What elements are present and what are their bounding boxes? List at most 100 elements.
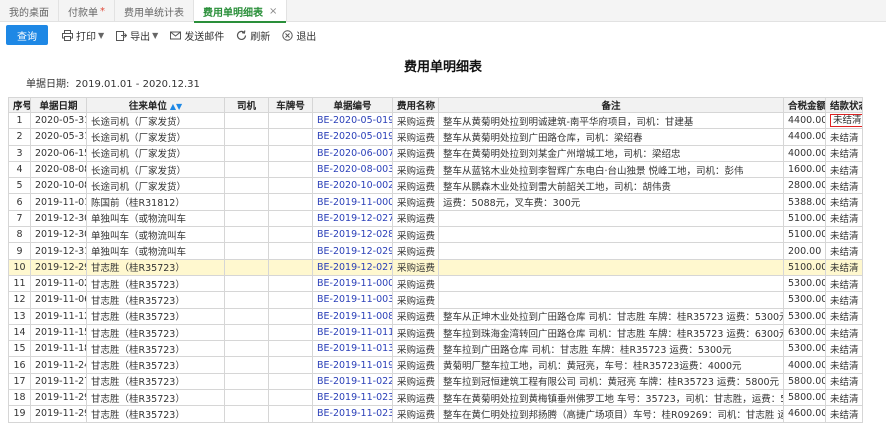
refresh-button[interactable]: 刷新 bbox=[236, 28, 270, 43]
driver-cell bbox=[224, 340, 269, 358]
table-row[interactable]: 10 2019-12-29 甘志胜（桂R35723） BE-2019-12-0273 采… bbox=[8, 258, 863, 276]
exit-icon bbox=[282, 29, 294, 41]
doc-code-link-cell[interactable]: BE-2019-11-0036 bbox=[312, 291, 393, 309]
column-header-unit[interactable]: 往来单位 ▲▼ bbox=[86, 97, 225, 113]
doc-code-link-cell[interactable]: BE-2019-11-0007 bbox=[312, 274, 393, 293]
partner-unit-cell: 甘志胜（桂R35723） bbox=[86, 323, 225, 342]
doc-code-link-cell[interactable]: BE-2019-12-0279 bbox=[312, 209, 393, 228]
column-header[interactable]: 单据编号 bbox=[312, 97, 393, 113]
partner-unit-cell: 甘志胜（桂R35723） bbox=[86, 405, 225, 423]
doc-code-link-cell[interactable]: BE-2019-12-0273 bbox=[312, 258, 393, 276]
doc-code-link-cell[interactable]: BE-2019-11-0191 bbox=[312, 356, 393, 374]
remark-cell: 黄菊明厂整车拉工地，司机：黄冠亮，车号：桂R35723运费：4000元 bbox=[438, 356, 784, 374]
table-row[interactable]: 5 2020-10-08 长途司机（厂家发货） BE-2020-10-0022 采购运费… bbox=[8, 177, 863, 195]
table-header: 序号 单据日期 往来单位 ▲▼ 司机 车牌号 单据编号 费用名称 备注 合税金额 … bbox=[8, 97, 863, 113]
row-number-cell: 15 bbox=[8, 340, 31, 358]
doc-code-link-cell[interactable]: BE-2020-05-0199 bbox=[312, 128, 393, 146]
doc-code-link-cell[interactable]: BE-2020-08-0033 bbox=[312, 160, 393, 179]
partner-unit-cell: 长途司机（厂家发货） bbox=[86, 128, 225, 146]
doc-code-link-cell[interactable]: BE-2020-06-0070 bbox=[312, 144, 393, 162]
amount-cell: 5800.00 bbox=[783, 372, 826, 391]
amount-cell: 5100.00 bbox=[783, 209, 826, 228]
doc-code-link-cell[interactable]: BE-2020-05-0198 bbox=[312, 111, 393, 130]
tab-label: 费用单统计表 bbox=[124, 7, 184, 19]
table-row[interactable]: 7 2019-12-30 单独叫车（或物流叫车 BE-2019-12-0279 采购运费… bbox=[8, 209, 863, 228]
table-row[interactable]: 17 2019-11-27 甘志胜（桂R35723） BE-2019-11-0221 采… bbox=[8, 372, 863, 391]
column-header[interactable]: 单据日期 bbox=[30, 97, 87, 113]
doc-date-cell: 2019-12-30 bbox=[30, 226, 87, 244]
status-badge: 未结清 bbox=[830, 114, 862, 128]
doc-code-link-cell[interactable]: BE-2020-10-0022 bbox=[312, 177, 393, 195]
table-row[interactable]: 2 2020-05-31 长途司机（厂家发货） BE-2020-05-0199 采购运费… bbox=[8, 128, 863, 146]
table-row[interactable]: 12 2019-11-06 甘志胜（桂R35723） BE-2019-11-0036 采… bbox=[8, 291, 863, 309]
doc-code-link-cell[interactable]: BE-2019-11-0087 bbox=[312, 307, 393, 325]
exit-button[interactable]: 退出 bbox=[282, 28, 316, 43]
column-header[interactable]: 车牌号 bbox=[268, 97, 313, 113]
doc-code-link-cell[interactable]: BE-2019-11-0239 bbox=[312, 405, 393, 423]
amount-cell: 5100.00 bbox=[783, 258, 826, 276]
doc-code-link-cell[interactable]: BE-2019-11-0003 bbox=[312, 193, 393, 211]
row-number-cell: 2 bbox=[8, 128, 31, 146]
tab-my-desktop[interactable]: 我的桌面 bbox=[0, 0, 59, 22]
doc-code-link-cell[interactable]: BE-2019-11-0135 bbox=[312, 340, 393, 358]
send-mail-button[interactable]: 发送邮件 bbox=[170, 28, 224, 43]
sort-icon[interactable]: ▲▼ bbox=[170, 102, 182, 111]
table-row[interactable]: 13 2019-11-12 甘志胜（桂R35723） BE-2019-11-0087 采… bbox=[8, 307, 863, 325]
remark-cell: 整车拉到广田路仓库 司机：甘志胜 车牌：桂R35723 运费：5300元 bbox=[438, 340, 784, 358]
doc-code-link-cell[interactable]: BE-2019-11-0221 bbox=[312, 372, 393, 391]
row-number-cell: 6 bbox=[8, 193, 31, 211]
table-row[interactable]: 1 2020-05-31 长途司机（厂家发货） BE-2020-05-0198 采购运费… bbox=[8, 111, 863, 130]
column-header-label: 往来单位 bbox=[128, 101, 167, 112]
fee-name-cell: 采购运费 bbox=[392, 405, 439, 423]
print-button[interactable]: 打印 ▼ bbox=[62, 28, 104, 43]
query-button[interactable]: 查询 bbox=[6, 25, 48, 45]
partner-unit-cell: 陈国前（桂R31812） bbox=[86, 193, 225, 211]
table-row[interactable]: 6 2019-11-01 陈国前（桂R31812） BE-2019-11-0003 采购… bbox=[8, 193, 863, 211]
table-row[interactable]: 11 2019-11-02 甘志胜（桂R35723） BE-2019-11-0007 采… bbox=[8, 274, 863, 293]
table-row[interactable]: 3 2020-06-15 长途司机（厂家发货） BE-2020-06-0070 采购运费… bbox=[8, 144, 863, 162]
tab-expense-summary[interactable]: 费用单统计表 bbox=[115, 0, 194, 22]
amount-cell: 5300.00 bbox=[783, 274, 826, 293]
doc-code-link-cell[interactable]: BE-2019-12-0294 bbox=[312, 242, 393, 260]
partner-unit-cell: 单独叫车（或物流叫车 bbox=[86, 242, 225, 260]
doc-code-link-cell[interactable]: BE-2019-11-0116 bbox=[312, 323, 393, 342]
column-header[interactable]: 结款状态 bbox=[825, 97, 863, 113]
row-number-cell: 17 bbox=[8, 372, 31, 391]
column-header[interactable]: 费用名称 bbox=[392, 97, 439, 113]
column-header[interactable]: 序号 bbox=[8, 97, 31, 113]
remark-cell: 整车从鹏森木业处拉到雷大前韶关工地，司机：胡伟贵 bbox=[438, 177, 784, 195]
driver-cell bbox=[224, 307, 269, 325]
column-header[interactable]: 备注 bbox=[438, 97, 784, 113]
table-row[interactable]: 4 2020-08-08 长途司机（厂家发货） BE-2020-08-0033 采购运费… bbox=[8, 160, 863, 179]
table-row[interactable]: 8 2019-12-30 单独叫车（或物流叫车 BE-2019-12-0280 采购运费… bbox=[8, 226, 863, 244]
table-row[interactable]: 18 2019-11-29 甘志胜（桂R35723） BE-2019-11-0238 采… bbox=[8, 389, 863, 407]
table-row[interactable]: 9 2019-12-31 单独叫车（或物流叫车 BE-2019-12-0294 采购运费… bbox=[8, 242, 863, 260]
driver-cell bbox=[224, 160, 269, 179]
fee-name-cell: 采购运费 bbox=[392, 389, 439, 407]
column-header[interactable]: 合税金额 bbox=[783, 97, 826, 113]
amount-cell: 6300.00 bbox=[783, 323, 826, 342]
tab-expense-detail[interactable]: 费用单明细表 × bbox=[194, 0, 288, 23]
table-row[interactable]: 16 2019-11-24 甘志胜（桂R35723） BE-2019-11-0191 采… bbox=[8, 356, 863, 374]
amount-cell: 4400.00 bbox=[783, 111, 826, 130]
fee-name-cell: 采购运费 bbox=[392, 307, 439, 325]
table-row[interactable]: 15 2019-11-18 甘志胜（桂R35723） BE-2019-11-0135 采… bbox=[8, 340, 863, 358]
remark-cell: 整车从正坤木业处拉到广田路仓库 司机：甘志胜 车牌：桂R35723 运费：530… bbox=[438, 307, 784, 325]
plate-number-cell bbox=[268, 193, 313, 211]
settle-status-cell: 未结清 bbox=[825, 128, 863, 146]
partner-unit-cell: 甘志胜（桂R35723） bbox=[86, 274, 225, 293]
close-icon[interactable]: × bbox=[269, 6, 277, 17]
doc-code-link-cell[interactable]: BE-2019-11-0238 bbox=[312, 389, 393, 407]
partner-unit-cell: 长途司机（厂家发货） bbox=[86, 177, 225, 195]
table-row[interactable]: 14 2019-11-15 甘志胜（桂R35723） BE-2019-11-0116 采… bbox=[8, 323, 863, 342]
plate-number-cell bbox=[268, 242, 313, 260]
column-header[interactable]: 司机 bbox=[224, 97, 269, 113]
date-label: 单据日期: bbox=[26, 79, 70, 90]
plate-number-cell bbox=[268, 160, 313, 179]
doc-code-link-cell[interactable]: BE-2019-12-0280 bbox=[312, 226, 393, 244]
remark-cell: 整车拉到珠海金湾转回广田路仓库 司机：甘志胜 车牌：桂R35723 运费：630… bbox=[438, 323, 784, 342]
amount-cell: 1600.00 bbox=[783, 160, 826, 179]
export-button[interactable]: 导出 ▼ bbox=[116, 28, 158, 43]
table-row[interactable]: 19 2019-11-29 甘志胜（桂R35723） BE-2019-11-0239 采… bbox=[8, 405, 863, 423]
tab-payment[interactable]: 付款单 * bbox=[59, 0, 115, 22]
